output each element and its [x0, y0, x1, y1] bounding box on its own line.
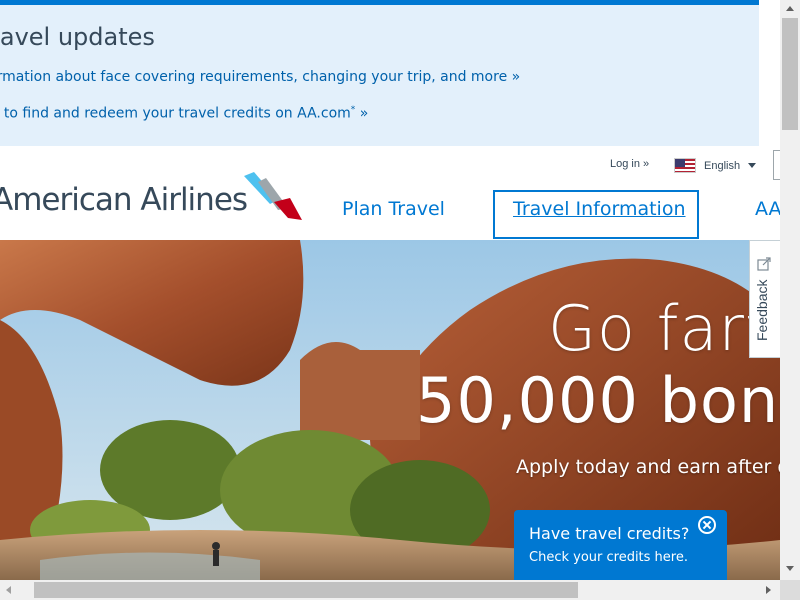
- travel-credits-link-text: w to find and redeem your travel credits…: [0, 105, 351, 122]
- travel-credits-popup[interactable]: Have travel credits? Check your credits …: [514, 510, 727, 580]
- page: ravel updates ormation about face coveri…: [0, 0, 780, 580]
- hero-tagline: Apply today and earn after qu: [516, 456, 780, 478]
- vertical-scroll-thumb[interactable]: [782, 18, 798, 130]
- nav-aadvantage[interactable]: AA: [755, 198, 780, 220]
- feedback-label: Feedback: [754, 279, 770, 341]
- scroll-right-arrow-icon[interactable]: [766, 586, 771, 594]
- horizontal-scroll-thumb[interactable]: [34, 582, 578, 598]
- chevron-down-icon: [748, 163, 757, 168]
- scroll-down-arrow-icon[interactable]: [786, 566, 794, 571]
- face-covering-link[interactable]: ormation about face covering requirement…: [0, 69, 520, 85]
- credits-popup-subtitle[interactable]: Check your credits here.: [529, 550, 688, 565]
- hero-headline: Go fart: [548, 292, 771, 365]
- external-link-icon: [757, 257, 771, 271]
- american-airlines-logo-text[interactable]: American Airlines: [0, 182, 248, 218]
- language-label: English: [704, 159, 741, 172]
- nav-travel-information-label: Travel Information: [513, 198, 686, 220]
- travel-updates-banner: ravel updates ormation about face coveri…: [0, 0, 759, 146]
- scroll-up-arrow-icon[interactable]: [786, 6, 794, 11]
- search-box[interactable]: [773, 150, 780, 180]
- site-header: Log in » English American Airlines Plan …: [0, 146, 780, 241]
- link-arrow: »: [355, 105, 369, 122]
- travel-credits-link[interactable]: w to find and redeem your travel credits…: [0, 105, 368, 122]
- horizontal-scrollbar[interactable]: [0, 580, 780, 600]
- close-circle-icon[interactable]: [698, 516, 716, 534]
- scrollbar-corner: [780, 580, 800, 600]
- login-link[interactable]: Log in »: [610, 158, 649, 170]
- us-flag-icon: [674, 158, 696, 173]
- nav-plan-travel[interactable]: Plan Travel: [342, 198, 445, 220]
- credits-popup-title: Have travel credits?: [529, 524, 690, 543]
- feedback-tab[interactable]: Feedback: [749, 240, 780, 358]
- nav-travel-information[interactable]: Travel Information: [493, 190, 699, 239]
- language-selector[interactable]: English: [674, 158, 757, 173]
- scroll-left-arrow-icon[interactable]: [6, 586, 11, 594]
- travel-updates-heading: ravel updates: [0, 23, 155, 51]
- american-airlines-flight-symbol: [244, 172, 302, 220]
- hero-bonus-miles: 50,000 bonu: [416, 364, 780, 437]
- vertical-scrollbar[interactable]: [780, 0, 800, 580]
